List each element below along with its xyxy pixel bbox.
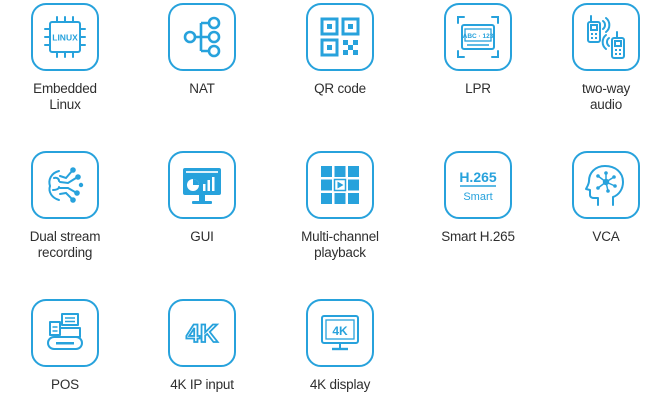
feature-smart-h265: H.265 Smart Smart H.265	[413, 151, 543, 271]
4k-outline-text: 4K	[186, 320, 218, 348]
4k-monitor-text: 4K	[332, 324, 348, 338]
feature-label: 4K display	[309, 377, 371, 392]
feature-label: VCA	[592, 229, 620, 244]
smart-icon-text: Smart	[463, 191, 492, 203]
dual-stream-icon	[31, 151, 99, 219]
feature-multi-channel-playback: Multi-channel playback	[275, 151, 405, 271]
plate-icon-text: ABC · 123	[463, 33, 494, 40]
feature-label: POS	[51, 377, 79, 392]
qr-code-icon	[306, 3, 374, 71]
feature-gui: GUI	[137, 151, 267, 271]
4k-outline-icon: 4K	[168, 299, 236, 367]
head-brain-icon	[572, 151, 640, 219]
feature-label: 4K IP input	[170, 377, 234, 392]
h265-smart-icon: H.265 Smart	[444, 151, 512, 219]
feature-two-way-audio: two-way audio	[541, 3, 654, 123]
monitor-chart-icon	[168, 151, 236, 219]
feature-label: GUI	[190, 229, 214, 244]
feature-label: LPR	[465, 81, 491, 96]
walkie-talkie-icon	[572, 3, 640, 71]
grid-play-icon	[306, 151, 374, 219]
feature-qr-code: QR code	[275, 3, 405, 123]
feature-lpr: ABC · 123 LPR	[413, 3, 543, 123]
h265-icon-text: H.265	[459, 169, 497, 185]
feature-dual-stream-recording: Dual stream recording	[0, 151, 130, 271]
feature-label: two-way audio	[581, 81, 631, 112]
feature-label: Dual stream recording	[29, 229, 101, 260]
feature-4k-display: 4K 4K display	[275, 299, 405, 419]
feature-vca: VCA	[541, 151, 654, 271]
feature-nat: NAT	[137, 3, 267, 123]
feature-label: Embedded Linux	[33, 81, 97, 112]
feature-pos: POS	[0, 299, 130, 419]
4k-monitor-icon: 4K	[306, 299, 374, 367]
pos-terminal-icon	[31, 299, 99, 367]
network-tree-icon	[168, 3, 236, 71]
feature-4k-ip-input: 4K 4K IP input	[137, 299, 267, 419]
chip-icon: LINUX	[31, 3, 99, 71]
feature-label: Smart H.265	[441, 229, 515, 244]
feature-label: Multi-channel playback	[301, 229, 379, 260]
feature-embedded-linux: LINUX Embedded Linux	[0, 3, 130, 123]
license-plate-icon: ABC · 123	[444, 3, 512, 71]
feature-label: NAT	[189, 81, 215, 96]
chip-icon-text: LINUX	[52, 33, 78, 43]
feature-label: QR code	[314, 81, 366, 96]
